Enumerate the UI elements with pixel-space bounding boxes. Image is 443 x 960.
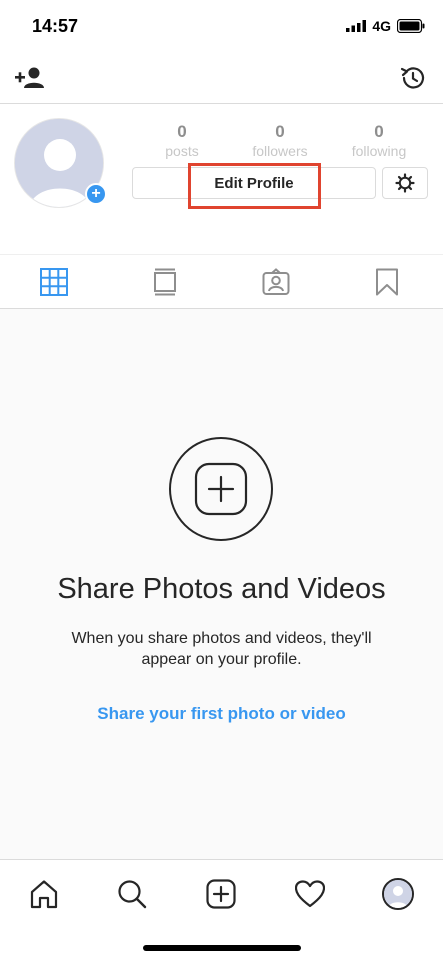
history-icon[interactable] [399, 64, 427, 97]
grid-icon [40, 268, 68, 296]
profile-header: + 0 posts 0 followers 0 following Edit P… [0, 104, 443, 254]
home-icon [30, 880, 58, 909]
stat-count: 0 [177, 122, 187, 141]
nav-add[interactable] [204, 877, 238, 911]
gear-icon [395, 173, 415, 193]
add-media-circle[interactable] [169, 437, 273, 541]
tagged-icon [262, 268, 290, 295]
tab-grid[interactable] [39, 267, 69, 297]
nav-profile[interactable] [381, 877, 415, 911]
feed-icon [154, 268, 176, 296]
tab-feed[interactable] [150, 267, 180, 297]
network-type: 4G [372, 18, 391, 34]
status-indicators: 4G [346, 18, 425, 34]
stat-label: followers [252, 143, 308, 159]
bottom-nav [0, 859, 443, 960]
stat-label: posts [165, 143, 199, 159]
empty-title: Share Photos and Videos [57, 573, 386, 605]
highlight-box [188, 163, 321, 209]
heart-icon [295, 880, 325, 908]
status-bar: 14:57 4G [0, 0, 443, 50]
signal-icon [346, 20, 367, 32]
nav-activity[interactable] [293, 877, 327, 911]
stat-following[interactable]: 0 following [334, 122, 424, 160]
add-story-plus-icon[interactable]: + [85, 183, 107, 205]
home-indicator [143, 945, 301, 951]
add-post-icon [206, 879, 236, 909]
profile-tabs [0, 254, 443, 309]
top-nav [0, 50, 443, 104]
status-time: 14:57 [32, 16, 79, 36]
tab-tagged[interactable] [261, 267, 291, 297]
username-placeholder[interactable] [146, 68, 294, 94]
stat-count: 0 [275, 122, 285, 141]
stat-label: following [351, 143, 407, 159]
empty-description: When you share photos and videos, they'l… [71, 630, 372, 668]
nav-home[interactable] [27, 877, 61, 911]
search-icon [118, 880, 147, 909]
stat-followers[interactable]: 0 followers [235, 122, 325, 160]
saved-icon [376, 268, 398, 296]
tab-saved[interactable] [372, 267, 402, 297]
add-post-icon [194, 462, 248, 516]
settings-button[interactable] [382, 167, 428, 199]
empty-state: Share Photos and Videos When you share p… [0, 309, 443, 859]
profile-avatar [382, 878, 414, 910]
add-user-icon[interactable] [14, 66, 46, 95]
nav-search[interactable] [115, 877, 149, 911]
battery-icon [397, 19, 425, 33]
stat-posts[interactable]: 0 posts [137, 122, 227, 160]
stat-count: 0 [374, 122, 384, 141]
share-first-photo-link[interactable]: Share your first photo or video [0, 704, 443, 724]
